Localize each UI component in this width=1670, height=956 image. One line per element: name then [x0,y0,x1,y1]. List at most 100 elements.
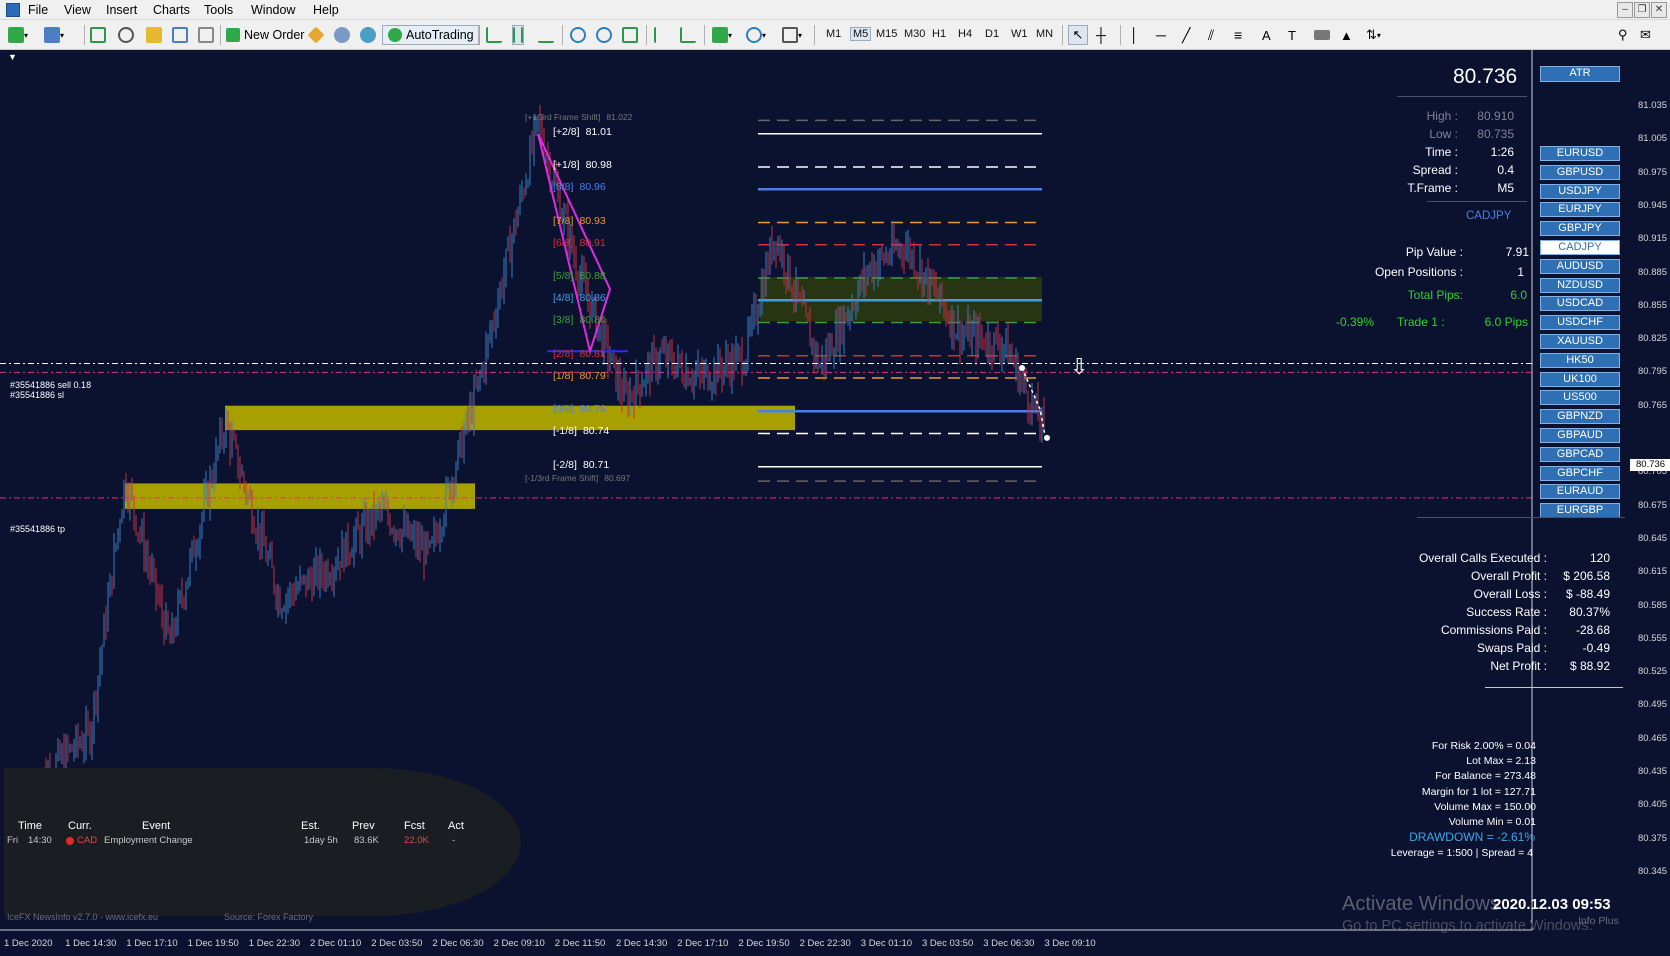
metaeditor-button[interactable] [307,25,325,45]
timeframe-m1[interactable]: M1 [826,28,841,40]
autoscroll-icon [680,27,696,43]
strategy-tester-button[interactable] [198,25,214,45]
vertical-line-button[interactable]: │ [1130,25,1139,45]
chart-shift-button[interactable] [654,25,670,45]
templates-button[interactable]: ▾ [782,25,802,45]
timeframe-m5[interactable]: M5 [850,27,872,41]
timeframe-m15[interactable]: M15 [876,28,897,40]
new-chart-button[interactable]: ▾ [8,25,28,45]
symbol-button-uk100[interactable]: UK100 [1540,371,1620,387]
chart-window[interactable]: ▼ [+1/3rd Frame Shift] 81.022 [+2/8] 81.01[… [0,50,1670,956]
symbol-button-gbpchf[interactable]: GBPCHF [1540,465,1620,481]
tile-windows-button[interactable] [622,25,638,45]
line-chart-button[interactable] [538,25,554,45]
trendline-button[interactable]: ╱ [1182,25,1190,45]
market-watch-button[interactable] [90,25,106,45]
symbol-button-nzdusd[interactable]: NZDUSD [1540,277,1620,293]
risk-line: Volume Min = 0.01 [1448,816,1536,828]
symbol-button-audusd[interactable]: AUDUSD [1540,258,1620,274]
symbol-button-eurjpy[interactable]: EURJPY [1540,202,1620,218]
bar-chart-button[interactable] [486,25,502,45]
menu-view[interactable]: View [64,3,91,17]
symbol-button-gbpcad[interactable]: GBPCAD [1540,446,1620,462]
price-tick-label: 80.495 [1638,699,1668,711]
data-window-button[interactable] [118,25,134,45]
market-button[interactable] [360,25,376,45]
symbol-button-usdjpy[interactable]: USDJPY [1540,183,1620,199]
symbol-button-euraud[interactable]: EURAUD [1540,484,1620,500]
profiles-button[interactable]: ▾ [44,25,64,45]
terminal-button[interactable] [172,25,188,45]
zoom-out-button[interactable] [596,25,612,45]
symbol-button-gbpaud[interactable]: GBPAUD [1540,428,1620,443]
crosshair-button[interactable]: ┼ [1096,25,1106,45]
timeframe-m30[interactable]: M30 [904,28,925,40]
current-datetime: 2020.12.03 09:53 [1493,896,1611,913]
symbol-button-us500[interactable]: US500 [1540,390,1620,406]
news-time: 14:30 [28,835,52,846]
symbol-button-usdchf[interactable]: USDCHF [1540,315,1620,331]
crosshair-icon [118,27,134,43]
symbol-button-eurusd[interactable]: EURUSD [1540,146,1620,161]
murrey-level-name: [-2/8] [553,458,577,471]
minimize-icon[interactable]: – [1617,2,1633,18]
symbol-button-eurgbp[interactable]: EURGBP [1540,503,1620,519]
arrows-button[interactable]: ⇅ ▾ [1366,25,1381,45]
menu-help[interactable]: Help [313,3,339,17]
search-button[interactable]: ⚲ [1618,25,1628,45]
news-event: Employment Change [104,835,193,846]
rectangle-button[interactable] [1314,25,1330,45]
periods-button[interactable]: ▾ [746,25,766,45]
channel-button[interactable]: ⫽ [1208,25,1214,45]
leverage: Leverage = 1:500 | Spread = 4 [1390,847,1533,859]
symbol-button-gbpjpy[interactable]: GBPJPY [1540,221,1620,237]
restore-icon[interactable]: ❐ [1634,2,1650,18]
channel-icon: ⫽ [1208,26,1215,43]
zoom-in-button[interactable] [570,25,586,45]
candlestick-button[interactable] [512,25,524,45]
atr-button[interactable]: ATR [1540,66,1620,82]
timeframe-h1[interactable]: H1 [932,28,946,40]
fibonacci-icon: ≡ [1234,27,1243,43]
autoscroll-button[interactable] [680,25,696,45]
symbol-button-gbpusd[interactable]: GBPUSD [1540,164,1620,180]
app-icon[interactable] [6,3,20,17]
text-button[interactable]: A [1262,25,1271,45]
timeframe-h4[interactable]: H4 [958,28,972,40]
murrey-level-label: [7/8] 80.93 [553,215,606,227]
chart-menu-triangle[interactable]: ▼ [8,52,17,62]
cursor-button[interactable]: ↖ [1068,25,1088,45]
timeframe-w1[interactable]: W1 [1011,28,1028,40]
news-header: Time [18,820,43,832]
symbol-button-cadjpy[interactable]: CADJPY [1540,240,1620,255]
timeframe-mn[interactable]: MN [1036,28,1053,40]
horizontal-line-button[interactable]: ─ [1156,25,1166,45]
indicators-button[interactable]: ▾ [712,25,732,45]
menu-charts[interactable]: Charts [153,3,190,17]
autotrading-button[interactable]: AutoTrading [382,25,480,45]
news-actual: - [452,835,456,846]
symbol-button-gbpnzd[interactable]: GBPNZD [1540,409,1620,425]
fibonacci-button[interactable]: ≡ [1234,25,1242,45]
timeframe-d1[interactable]: D1 [985,28,999,40]
rectangle-icon [1314,30,1330,40]
new-order-button[interactable]: New Order [226,25,304,45]
text-label-icon: T [1288,27,1296,43]
navigator-button[interactable] [146,25,162,45]
triangle-button[interactable]: ▲ [1340,25,1353,45]
menu-tools[interactable]: Tools [204,3,233,17]
menu-window[interactable]: Window [251,3,295,17]
symbol-button-usdcad[interactable]: USDCAD [1540,296,1620,312]
menu-file[interactable]: File [28,3,48,17]
text-label-button[interactable]: T [1288,25,1296,45]
murrey-level-name: [6/8] [553,236,574,249]
time-tick-label: 2 Dec 03:50 [371,938,423,949]
signals-button[interactable] [334,25,350,45]
chat-button[interactable]: ✉ [1640,25,1651,45]
symbol-button-xauusd[interactable]: XAUUSD [1540,334,1620,349]
triangle-icon: ▲ [1340,27,1353,43]
stat-label: Spread : [1412,163,1458,177]
close-icon[interactable]: ✕ [1651,2,1667,18]
symbol-button-hk50[interactable]: HK50 [1540,352,1620,368]
menu-insert[interactable]: Insert [106,3,137,17]
